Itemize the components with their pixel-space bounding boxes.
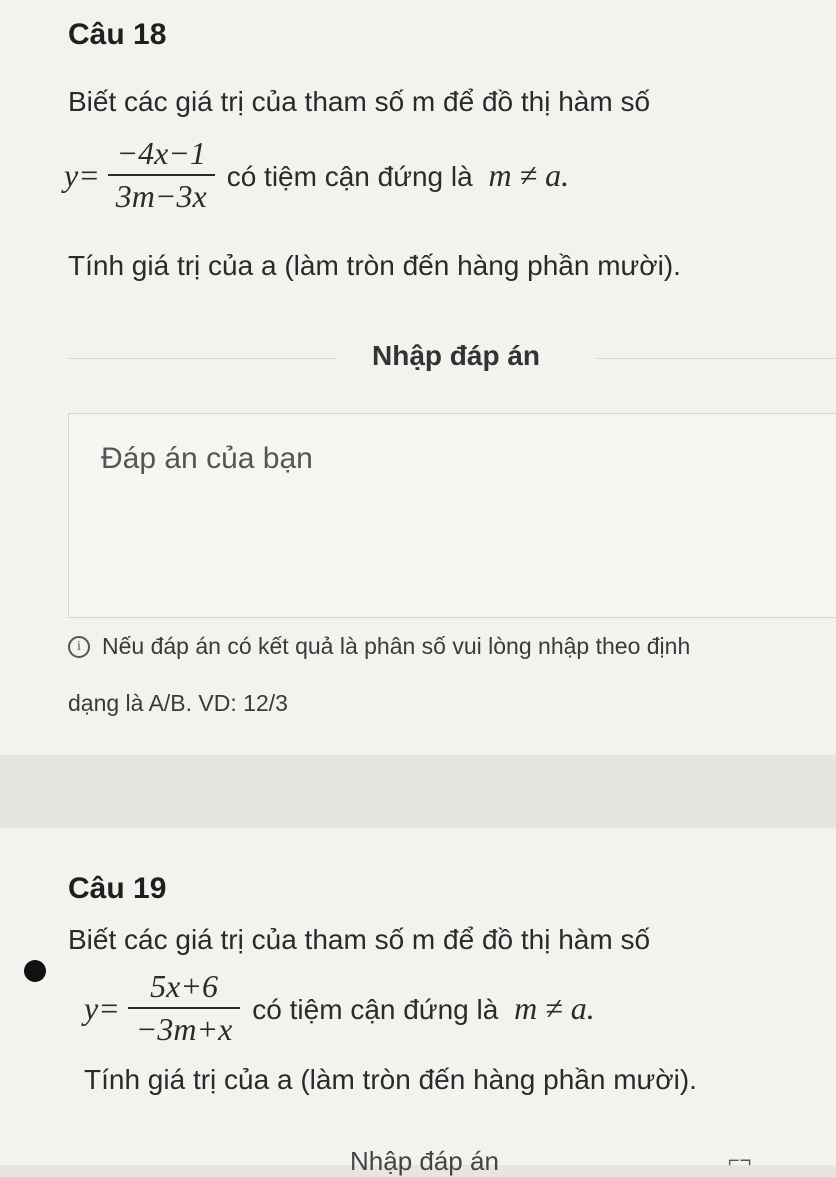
entry-label: Nhập đáp án [372,340,541,371]
question-19-line3: Tính giá trị của a (làm tròn đến hàng ph… [84,1064,697,1095]
question-18-formula: y= −4x−1 3m−3x có tiệm cận đứng là m ≠ a… [64,135,569,215]
formula-tail-text: có tiệm cận đứng là [226,160,473,192]
hint-line2: dạng là A/B. VD: 12/3 [68,690,288,716]
question-18-card: Câu 18 Biết các giá trị của tham số m để… [0,0,836,755]
formula-condition: m ≠ a. [488,156,570,193]
formula-tail: có tiệm cận đứng là m ≠ a. [227,157,569,194]
fraction-bar [127,1007,241,1009]
fraction-numerator: −4x−1 [116,135,206,171]
question-18-title: Câu 18 [68,18,167,51]
formula-lhs: y= [84,989,120,1026]
formula-lhs: y= [64,156,100,193]
question-19-formula: y= 5x+6 −3m+x có tiệm cận đứng là m ≠ a. [84,968,595,1048]
question-19-card: Câu 19 Biết các giá trị của tham số m để… [0,828,836,1165]
formula-tail-text: có tiệm cận đứng là [252,993,499,1025]
formula-fraction: 5x+6 −3m+x [127,968,241,1048]
formula-fraction: −4x−1 3m−3x [107,135,215,215]
info-icon: i [68,635,90,658]
expand-icon[interactable]: ⌐¬ [728,1150,751,1173]
fraction-denominator: −3m+x [135,1011,233,1047]
question-19-title: Câu 19 [68,872,167,905]
fraction-numerator: 5x+6 [150,968,218,1004]
formula-condition: m ≠ a. [514,989,595,1026]
formula-tail: có tiệm cận đứng là m ≠ a. [252,990,594,1027]
question-18-line3: Tính giá trị của a (làm tròn đến hàng ph… [68,250,681,281]
bullet-dot [24,960,46,982]
answer-input[interactable]: Đáp án của bạn [68,413,836,618]
entry-divider-right [596,358,836,359]
answer-placeholder: Đáp án của bạn [101,442,313,475]
hint-row: i Nếu đáp án có kết quả là phân số vui l… [68,633,690,660]
entry-divider-left [68,358,336,359]
fraction-bar [107,174,215,176]
hint-line1: Nếu đáp án có kết quả là phân số vui lòn… [102,633,691,659]
fraction-denominator: 3m−3x [115,178,207,214]
question-19-line1: Biết các giá trị của tham số m để đồ thị… [68,924,651,955]
question-18-line1: Biết các giá trị của tham số m để đồ thị… [68,86,651,117]
bottom-entry-label: Nhập đáp án [350,1146,499,1176]
